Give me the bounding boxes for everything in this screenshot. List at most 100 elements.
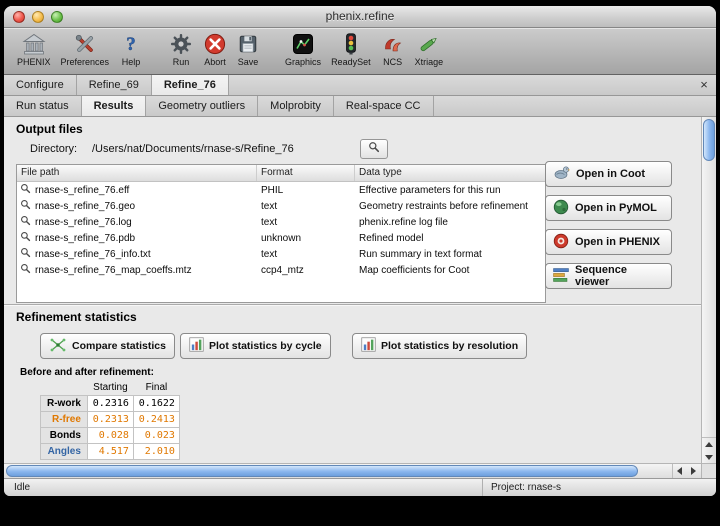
zoom-button[interactable]: [51, 11, 63, 23]
magnifier-icon: [20, 183, 31, 197]
stats-col-starting: Starting: [87, 381, 133, 396]
status-text: Idle: [14, 482, 30, 493]
title-bar[interactable]: phenix.refine: [4, 6, 716, 28]
down-arrow-icon: [705, 455, 713, 460]
table-row[interactable]: rnase-s_refine_76.geo text Geometry rest…: [17, 198, 545, 214]
scroll-up-button[interactable]: [702, 438, 716, 451]
toolbar-help-button[interactable]: ? Help: [114, 29, 148, 67]
column-header-data-type[interactable]: Data type: [355, 165, 545, 181]
preferences-tools-icon: [73, 30, 97, 57]
file-format-cell: ccp4_mtz: [257, 265, 355, 276]
table-row[interactable]: rnase-s_refine_76_map_coeffs.mtz ccp4_mt…: [17, 262, 545, 278]
plot-by-cycle-button[interactable]: Plot statistics by cycle: [180, 333, 331, 359]
bar-chart-icon: [189, 337, 204, 355]
file-path-cell: rnase-s_refine_76.eff: [35, 185, 129, 196]
toolbar-xtriage-button[interactable]: Xtriage: [410, 29, 449, 67]
table-row[interactable]: rnase-s_refine_76.pdb unknown Refined mo…: [17, 230, 545, 246]
stats-col-final: Final: [133, 381, 179, 396]
window-title: phenix.refine: [4, 6, 716, 27]
open-in-phenix-button[interactable]: Open in PHENIX: [545, 229, 672, 255]
toolbar-label: PHENIX: [17, 57, 51, 67]
xtriage-icon: [417, 30, 441, 57]
horizontal-scrollbar[interactable]: [4, 463, 701, 478]
table-row[interactable]: rnase-s_refine_76.eff PHIL Effective par…: [17, 182, 545, 198]
tab-real-space-cc[interactable]: Real-space CC: [334, 96, 434, 116]
directory-path: /Users/nat/Documents/rnase-s/Refine_76: [92, 143, 294, 155]
toolbar-run-button[interactable]: Run: [164, 29, 198, 67]
close-tab-button[interactable]: ×: [692, 75, 716, 95]
toolbar-ncs-button[interactable]: NCS: [376, 29, 410, 67]
output-files-heading: Output files: [16, 122, 83, 136]
sequence-icon: [553, 267, 569, 286]
tab-refine-76[interactable]: Refine_76: [152, 75, 229, 95]
tab-geometry-outliers[interactable]: Geometry outliers: [146, 96, 258, 116]
stats-value: 4.517: [87, 444, 133, 460]
file-datatype-cell: Run summary in text format: [355, 249, 545, 260]
magnifier-icon: [20, 247, 31, 261]
directory-label: Directory:: [30, 143, 77, 155]
save-floppy-icon: [237, 30, 259, 57]
scroll-left-button[interactable]: [677, 467, 682, 475]
results-panel: Output files Directory: /Users/nat/Docum…: [4, 117, 716, 478]
table-row[interactable]: rnase-s_refine_76.log text phenix.refine…: [17, 214, 545, 230]
tab-run-status[interactable]: Run status: [4, 96, 82, 116]
stats-value: 2.010: [133, 444, 179, 460]
file-datatype-cell: Geometry restraints before refinement: [355, 201, 545, 212]
toolbar-phenix-button[interactable]: PHENIX: [12, 29, 56, 67]
horizontal-scrollbar-thumb[interactable]: [6, 465, 638, 477]
stats-row-label: Bonds: [41, 428, 88, 444]
compare-statistics-button[interactable]: Compare statistics: [40, 333, 175, 359]
coot-bird-icon: [553, 165, 570, 183]
file-format-cell: text: [257, 201, 355, 212]
open-in-coot-button[interactable]: Open in Coot: [545, 161, 672, 187]
toolbar-label: NCS: [383, 57, 402, 67]
toolbar-label: Run: [173, 57, 190, 67]
close-button[interactable]: [13, 11, 25, 23]
sequence-viewer-button[interactable]: Sequence viewer: [545, 263, 672, 289]
file-path-cell: rnase-s_refine_76.log: [35, 217, 132, 228]
button-label: Open in PyMOL: [575, 202, 657, 214]
plot-by-resolution-button[interactable]: Plot statistics by resolution: [352, 333, 527, 359]
magnifier-icon: [20, 231, 31, 245]
status-divider: [482, 479, 483, 496]
file-datatype-cell: phenix.refine log file: [355, 217, 545, 228]
file-format-cell: text: [257, 249, 355, 260]
toolbar-readyset-button[interactable]: ReadySet: [326, 29, 376, 67]
toolbar-save-button[interactable]: Save: [232, 29, 264, 67]
file-path-cell: rnase-s_refine_76_info.txt: [35, 249, 151, 260]
toolbar-label: ReadySet: [331, 57, 371, 67]
stats-corner: [41, 381, 88, 396]
file-format-cell: unknown: [257, 233, 355, 244]
toolbar-graphics-button[interactable]: Graphics: [280, 29, 326, 67]
column-header-file-path[interactable]: File path: [17, 165, 257, 181]
toolbar-preferences-button[interactable]: Preferences: [56, 29, 115, 67]
stats-row-label: R-work: [41, 396, 88, 412]
run-gear-icon: [169, 30, 193, 57]
directory-browse-button[interactable]: [360, 139, 388, 159]
button-label: Compare statistics: [72, 340, 166, 352]
scroll-right-button[interactable]: [691, 467, 696, 475]
pymol-icon: [553, 199, 569, 218]
up-arrow-icon: [705, 442, 713, 447]
file-datatype-cell: Refined model: [355, 233, 545, 244]
file-datatype-cell: Effective parameters for this run: [355, 185, 545, 196]
minimize-button[interactable]: [32, 11, 44, 23]
stats-value: 0.2413: [133, 412, 179, 428]
status-project: Project: rnase-s: [491, 480, 561, 496]
stats-value: 0.023: [133, 428, 179, 444]
horizontal-scroll-arrows: [672, 464, 700, 478]
tab-results[interactable]: Results: [82, 96, 147, 116]
button-label: Plot statistics by resolution: [381, 340, 518, 352]
toolbar-abort-button[interactable]: Abort: [198, 29, 232, 67]
open-in-pymol-button[interactable]: Open in PyMOL: [545, 195, 672, 221]
column-header-format[interactable]: Format: [257, 165, 355, 181]
table-row[interactable]: rnase-s_refine_76_info.txt text Run summ…: [17, 246, 545, 262]
tab-configure[interactable]: Configure: [4, 75, 77, 95]
file-datatype-cell: Map coefficients for Coot: [355, 265, 545, 276]
vertical-scrollbar[interactable]: [701, 117, 716, 463]
stats-row-label: Angles: [41, 444, 88, 460]
vertical-scrollbar-thumb[interactable]: [703, 119, 715, 161]
tab-molprobity[interactable]: Molprobity: [258, 96, 334, 116]
refinement-stats-table: Starting Final R-work 0.2316 0.1622 R-fr…: [40, 381, 180, 460]
tab-refine-69[interactable]: Refine_69: [77, 75, 152, 95]
